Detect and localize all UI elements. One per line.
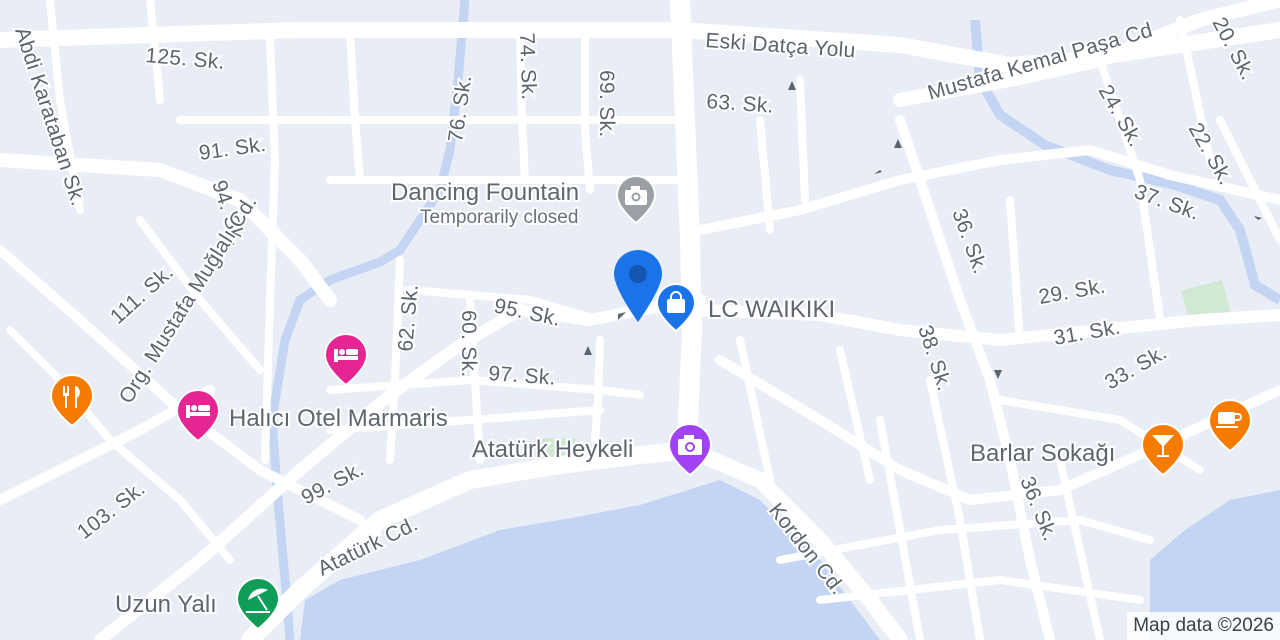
street-label: 97. Sk. (488, 362, 557, 390)
street-label: 74. Sk. (515, 32, 540, 100)
street-label: 60. Sk. (457, 310, 480, 377)
poi-status: Temporarily closed (420, 207, 578, 228)
poi-label: LC WAIKIKI (708, 296, 835, 323)
street-label: 69. Sk. (595, 70, 618, 137)
poi-label: Uzun Yalı (115, 591, 217, 618)
map-canvas[interactable]: 125. Sk. Eski Datça Yolu Mustafa Kemal P… (0, 0, 1280, 640)
map-attribution[interactable]: Map data ©2026 (1127, 612, 1280, 640)
poi-label: Halıcı Otel Marmaris (229, 405, 448, 432)
poi-label: Atatürk Heykeli (472, 436, 633, 463)
poi-label: Dancing Fountain (391, 179, 579, 206)
street-label: 63. Sk. (706, 90, 775, 118)
poi-label: Barlar Sokağı (970, 440, 1115, 467)
location-pin-dot (629, 265, 647, 283)
